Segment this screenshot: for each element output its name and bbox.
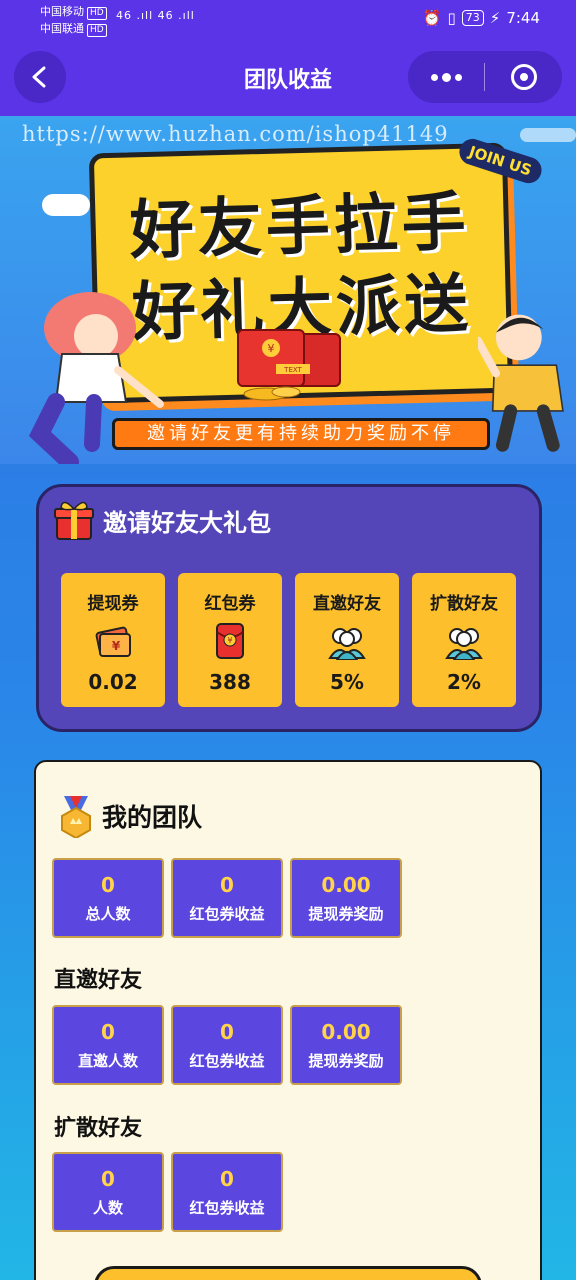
- direct-invite-title: 直邀好友: [54, 968, 143, 993]
- stat-withdraw-reward: 0.00 提现券奖励: [290, 858, 402, 938]
- gift-items: 提现券 ¥ 0.02 红包券 ¥ 388 直邀好友 5% 扩散好友 2%: [61, 573, 516, 707]
- more-button[interactable]: [408, 72, 484, 82]
- stat-value: 0.00: [321, 872, 371, 897]
- stat-direct-red-envelope: 0 红包券收益: [171, 1005, 283, 1085]
- stat-label: 总人数: [85, 904, 131, 923]
- friends-icon: [328, 628, 366, 660]
- stat-value: 0.00: [321, 1019, 371, 1044]
- more-dots-icon: [430, 73, 438, 81]
- spread-invite-title: 扩散好友: [54, 1116, 143, 1141]
- bottom-action-button[interactable]: [94, 1266, 482, 1280]
- gift-card-title: 邀请好友大礼包: [103, 508, 271, 537]
- gift-item-label: 红包券: [204, 594, 256, 614]
- status-right: ⏰ ▯ 73 ⚡ 7:44: [423, 9, 540, 27]
- boy-illustration: [478, 314, 564, 452]
- stat-value: 0: [220, 872, 234, 897]
- promo-banner: 好友手拉手 好礼大派送 JOIN US ¥ TEXT 邀请好友更有持续助力奖励不…: [0, 116, 576, 464]
- direct-invite-stats: 0 直邀人数 0 红包券收益 0.00 提现券奖励: [52, 1005, 402, 1085]
- stat-label: 红包券收益: [189, 1051, 265, 1070]
- spread-invite-stats: 0 人数 0 红包券收益: [52, 1152, 283, 1232]
- gift-box-icon: [54, 501, 94, 540]
- medal-icon: [61, 796, 91, 838]
- svg-text:¥: ¥: [227, 636, 232, 645]
- stat-label: 红包券收益: [189, 904, 265, 923]
- stat-direct-count: 0 直邀人数: [52, 1005, 164, 1085]
- carrier-2: 中国联通: [40, 22, 84, 35]
- stat-spread-red-envelope: 0 红包券收益: [171, 1152, 283, 1232]
- carrier-1: 中国移动: [40, 5, 84, 18]
- red-envelope-icon: ¥: [216, 623, 244, 659]
- vibrate-icon: ▯: [447, 9, 456, 27]
- watermark-text: https://www.huzhan.com/ishop41149: [22, 122, 449, 146]
- close-button[interactable]: [485, 64, 562, 90]
- hd-badge: HD: [87, 7, 107, 20]
- gift-item-value: 0.02: [88, 670, 138, 694]
- clock: 7:44: [506, 9, 540, 27]
- more-dots-icon: [441, 72, 451, 82]
- carrier-info: 中国移动 HD 中国联通 HD: [40, 3, 107, 37]
- stat-value: 0: [101, 872, 115, 897]
- friends-icon: [445, 628, 483, 660]
- svg-text:TEXT: TEXT: [283, 366, 302, 374]
- stat-label: 提现券奖励: [308, 904, 384, 923]
- gift-item-withdraw-coupon: 提现券 ¥ 0.02: [61, 573, 165, 707]
- stat-total-members: 0 总人数: [52, 858, 164, 938]
- nav-bar: 团队收益: [0, 40, 576, 116]
- mini-program-capsule: [408, 51, 562, 103]
- gift-item-spread-invite: 扩散好友 2%: [412, 573, 516, 707]
- charging-icon: ⚡: [489, 9, 501, 27]
- my-team-card: 我的团队 0 总人数 0 红包券收益 0.00 提现券奖励 直邀好友 0 直邀人…: [34, 760, 542, 1280]
- stat-value: 0: [101, 1019, 115, 1044]
- more-dots-icon: [454, 73, 462, 81]
- stat-direct-withdraw: 0.00 提现券奖励: [290, 1005, 402, 1085]
- team-total-stats: 0 总人数 0 红包券收益 0.00 提现券奖励: [52, 858, 402, 938]
- stat-value: 0: [101, 1166, 115, 1191]
- gift-card-header: 邀请好友大礼包: [53, 499, 271, 541]
- hd-badge: HD: [87, 24, 107, 37]
- stat-red-envelope-earnings: 0 红包券收益: [171, 858, 283, 938]
- team-card-header: 我的团队: [56, 794, 202, 838]
- cloud-decoration: [42, 194, 90, 216]
- stat-label: 提现券奖励: [308, 1051, 384, 1070]
- alarm-icon: ⏰: [422, 9, 442, 27]
- gift-item-value: 388: [209, 670, 251, 694]
- gift-item-label: 直邀好友: [313, 594, 381, 614]
- gift-item-value: 2%: [447, 670, 481, 694]
- battery-icon: 73: [461, 10, 484, 26]
- signal-indicators: 46 .ıll 46 .ıll: [116, 9, 195, 22]
- gift-item-red-envelope: 红包券 ¥ 388: [178, 573, 282, 707]
- gift-item-label: 扩散好友: [430, 594, 498, 614]
- team-card-title: 我的团队: [102, 803, 203, 832]
- slogan-ribbon: 邀请好友更有持续助力奖励不停: [112, 418, 490, 450]
- stat-label: 人数: [92, 1198, 123, 1217]
- ticket-icon: ¥: [95, 626, 131, 657]
- gift-item-direct-invite: 直邀好友 5%: [295, 573, 399, 707]
- status-bar: 中国移动 HD 中国联通 HD 46 .ıll 46 .ıll ⏰ ▯ 73 ⚡ 7…: [0, 0, 576, 40]
- stat-value: 0: [220, 1019, 234, 1044]
- stat-label: 红包券收益: [189, 1198, 265, 1217]
- red-envelope-icon: ¥ TEXT: [237, 329, 341, 401]
- cloud-decoration: [520, 128, 576, 142]
- invite-gift-card: 邀请好友大礼包 提现券 ¥ 0.02 红包券 ¥ 388 直邀好友 5% 扩散好…: [36, 484, 542, 732]
- target-circle-icon: [510, 64, 537, 90]
- stat-value: 0: [220, 1166, 234, 1191]
- stat-spread-count: 0 人数: [52, 1152, 164, 1232]
- stat-label: 直邀人数: [77, 1051, 138, 1070]
- svg-text:¥: ¥: [112, 639, 121, 653]
- svg-text:¥: ¥: [268, 342, 275, 355]
- gift-item-label: 提现券: [87, 594, 139, 614]
- gift-item-value: 5%: [330, 670, 364, 694]
